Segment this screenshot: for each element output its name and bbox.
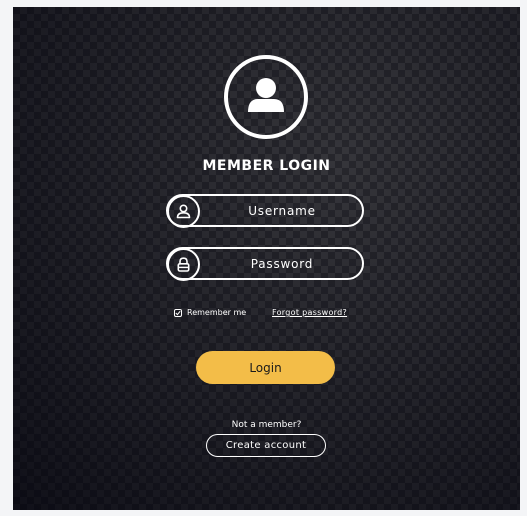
user-icon-circle [167, 195, 200, 228]
login-button[interactable]: Login [196, 351, 335, 384]
remember-label: Remember me [187, 308, 247, 317]
page-title: MEMBER LOGIN [202, 158, 331, 174]
password-field[interactable] [166, 247, 364, 281]
username-field[interactable] [166, 194, 364, 228]
remember-checkbox[interactable] [174, 308, 182, 317]
username-input[interactable] [202, 196, 362, 225]
user-icon [176, 204, 191, 219]
create-account-button[interactable]: Create account [206, 434, 326, 457]
password-input[interactable] [202, 249, 362, 278]
remember-me[interactable]: Remember me [174, 308, 246, 317]
lock-icon-circle [167, 248, 200, 281]
user-avatar-icon [248, 78, 284, 112]
check-icon [175, 310, 181, 315]
forgot-password-link[interactable]: Forgot password? [272, 308, 347, 317]
avatar [224, 55, 308, 139]
lock-icon [177, 257, 190, 272]
login-panel: MEMBER LOGIN Username Remember me Forgot… [13, 7, 520, 510]
not-member-text: Not a member? [231, 420, 302, 430]
login-content: MEMBER LOGIN Username Remember me Forgot… [13, 7, 520, 510]
